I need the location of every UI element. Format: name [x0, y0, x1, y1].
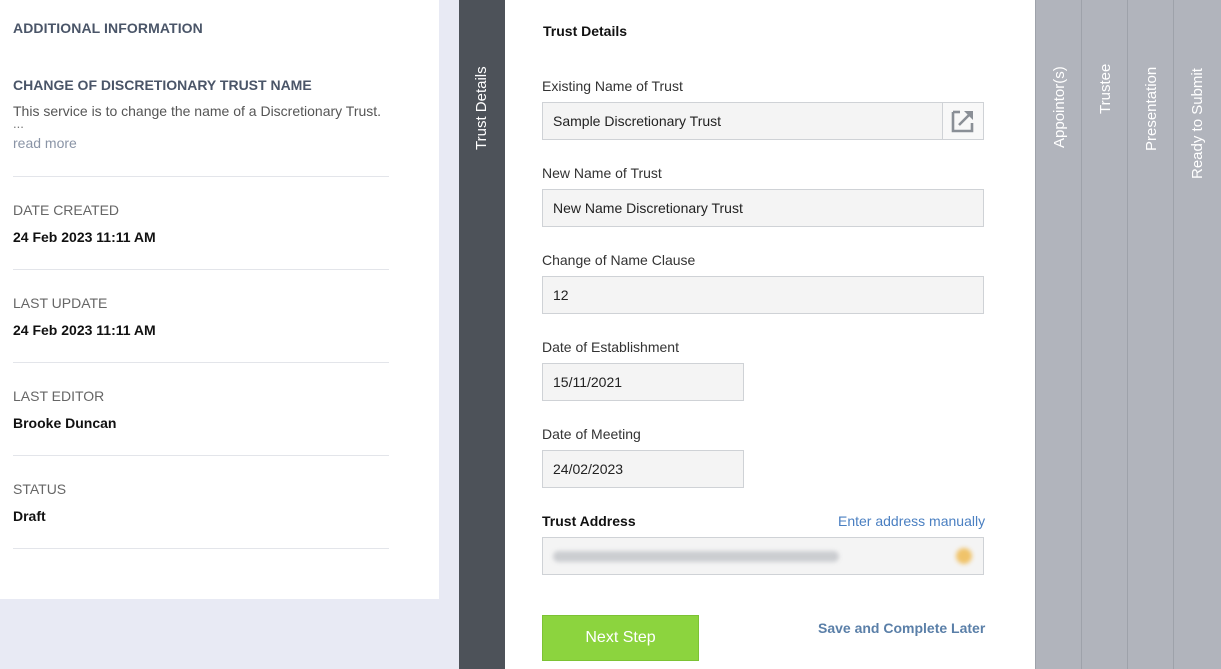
trust-details-form: Trust Details Existing Name of Trust New… [505, 0, 1035, 669]
step-tab-trustee[interactable]: Trustee [1081, 0, 1127, 669]
divider [13, 455, 389, 456]
divider [13, 269, 389, 270]
info-heading: ADDITIONAL INFORMATION [13, 20, 203, 36]
establishment-date-input[interactable] [542, 363, 744, 401]
location-icon [956, 548, 972, 564]
establishment-date-label: Date of Establishment [542, 339, 679, 355]
clause-input[interactable] [542, 276, 984, 314]
meeting-date-input[interactable] [542, 450, 744, 488]
divider [13, 548, 389, 549]
step-tab-trust-details[interactable]: Trust Details [459, 0, 505, 669]
read-more-link[interactable]: read more [13, 135, 77, 151]
last-update-value: 24 Feb 2023 11:11 AM [13, 322, 156, 338]
last-editor-label: LAST EDITOR [13, 388, 105, 404]
existing-name-input[interactable] [542, 102, 943, 140]
form-title: Trust Details [543, 23, 628, 39]
additional-info-panel: ADDITIONAL INFORMATION CHANGE OF DISCRET… [0, 0, 439, 599]
service-description: This service is to change the name of a … [13, 103, 382, 119]
step-label: Trustee [1097, 63, 1114, 114]
meeting-date-label: Date of Meeting [542, 426, 641, 442]
last-editor-value: Brooke Duncan [13, 415, 117, 431]
open-external-button[interactable] [942, 102, 984, 140]
service-title: CHANGE OF DISCRETIONARY TRUST NAME [13, 77, 312, 93]
date-created-label: DATE CREATED [13, 202, 120, 218]
redacted-address [553, 551, 839, 562]
step-label: Appointor(s) [1051, 66, 1068, 148]
save-complete-later-link[interactable]: Save and Complete Later [818, 620, 985, 636]
status-value: Draft [13, 508, 46, 524]
open-external-icon [951, 110, 974, 133]
next-step-button[interactable]: Next Step [542, 615, 699, 661]
divider [13, 362, 389, 363]
step-label: Ready to Submit [1189, 68, 1206, 179]
last-update-label: LAST UPDATE [13, 295, 108, 311]
step-tab-presentation[interactable]: Presentation [1127, 0, 1173, 669]
new-name-input[interactable] [542, 189, 984, 227]
trust-address-label: Trust Address [542, 513, 636, 529]
date-created-value: 24 Feb 2023 11:11 AM [13, 229, 156, 245]
description-ellipsis: ... [13, 116, 24, 131]
clause-label: Change of Name Clause [542, 252, 696, 268]
existing-name-label: Existing Name of Trust [542, 78, 683, 94]
new-name-label: New Name of Trust [542, 165, 662, 181]
status-label: STATUS [13, 481, 67, 497]
trust-address-input[interactable] [542, 537, 984, 575]
step-tab-appointors[interactable]: Appointor(s) [1035, 0, 1081, 669]
step-tab-ready-to-submit[interactable]: Ready to Submit [1173, 0, 1221, 669]
enter-address-manually-link[interactable]: Enter address manually [838, 513, 985, 529]
step-label: Presentation [1143, 66, 1160, 151]
divider [13, 176, 389, 177]
step-label: Trust Details [473, 66, 490, 150]
